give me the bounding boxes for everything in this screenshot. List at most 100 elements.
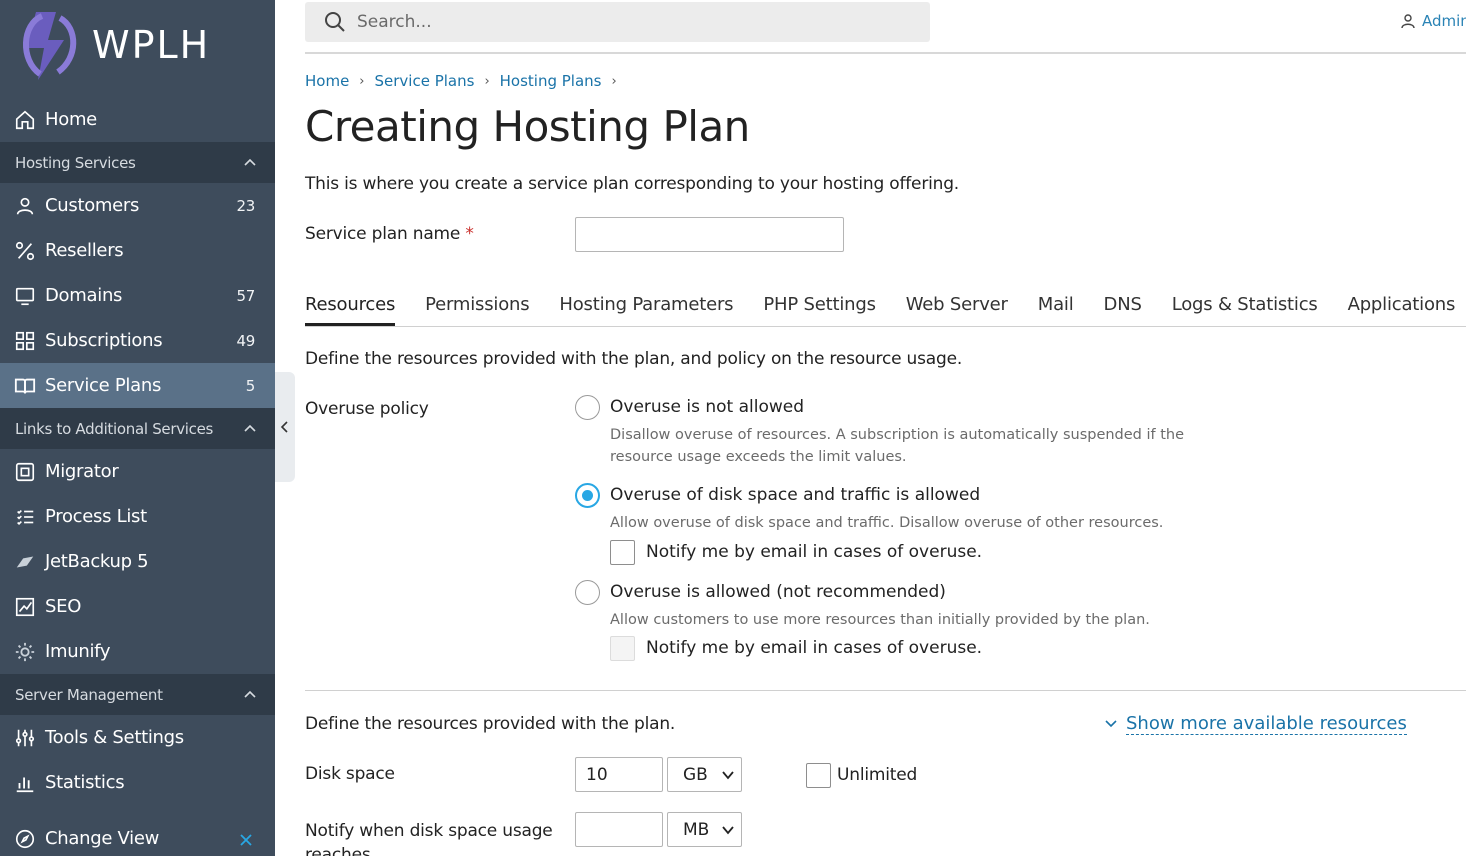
tab-resources[interactable]: Resources — [305, 294, 395, 326]
sidebar-item-domains[interactable]: Domains 57 — [0, 273, 275, 318]
unit-value: MB — [683, 819, 710, 840]
sidebar-item-label: Subscriptions — [45, 330, 163, 351]
user-name: Admin — [1422, 12, 1466, 30]
checkbox-label: Notify me by email in cases of overuse. — [646, 542, 983, 562]
define-resources-label: Define the resources provided with the p… — [305, 714, 676, 734]
chart-icon — [0, 596, 45, 618]
tab-mail[interactable]: Mail — [1038, 294, 1074, 326]
bar-chart-icon — [0, 772, 45, 794]
user-menu[interactable]: Admin — [1400, 12, 1466, 30]
unit-value: GB — [683, 764, 708, 785]
sidebar-item-tools-settings[interactable]: Tools & Settings — [0, 715, 275, 760]
notify-overuse-checkbox-disabled[interactable] — [610, 636, 635, 661]
sidebar-item-resellers[interactable]: Resellers — [0, 228, 275, 273]
home-icon — [0, 109, 45, 131]
notify-disk-input[interactable] — [575, 812, 663, 847]
tab-logs-statistics[interactable]: Logs & Statistics — [1172, 294, 1318, 326]
sidebar-item-label: Migrator — [45, 461, 119, 482]
sidebar-item-label: Process List — [45, 506, 147, 527]
chevron-up-icon — [244, 424, 256, 432]
count-badge: 5 — [245, 376, 256, 395]
breadcrumb-hosting-plans[interactable]: Hosting Plans — [500, 72, 602, 90]
chevron-down-icon — [722, 771, 734, 780]
sidebar-item-home[interactable]: Home — [0, 97, 275, 142]
tab-applications[interactable]: Applications — [1348, 294, 1456, 326]
page-title: Creating Hosting Plan — [305, 102, 750, 151]
sidebar-item-customers[interactable]: Customers 23 — [0, 183, 275, 228]
close-icon[interactable] — [239, 831, 253, 852]
search-input[interactable] — [357, 12, 897, 32]
breadcrumb-service-plans[interactable]: Service Plans — [375, 72, 475, 90]
sidebar-collapse-toggle[interactable] — [275, 372, 295, 482]
sidebar-item-seo[interactable]: SEO — [0, 584, 275, 629]
unlimited-checkbox[interactable] — [806, 763, 831, 788]
disk-space-label: Disk space — [305, 764, 395, 784]
sidebar-item-statistics[interactable]: Statistics — [0, 760, 275, 805]
sidebar-item-label: Customers — [45, 195, 140, 216]
chevron-up-icon — [244, 690, 256, 698]
radio-label: Overuse of disk space and traffic is all… — [610, 485, 981, 505]
count-badge: 23 — [236, 196, 256, 215]
chevron-down-icon — [722, 826, 734, 835]
sidebar-item-jetbackup[interactable]: JetBackup 5 — [0, 539, 275, 584]
chevron-left-icon — [280, 421, 288, 433]
disk-space-input[interactable]: 10 — [575, 757, 663, 792]
notify-overuse-checkbox[interactable] — [610, 540, 635, 565]
migrator-icon — [0, 461, 45, 483]
plan-name-label-text: Service plan name — [305, 224, 461, 244]
change-view-button[interactable]: Change View — [0, 816, 275, 856]
section-server-management[interactable]: Server Management — [0, 674, 275, 715]
radio-label: Overuse is not allowed — [610, 397, 805, 417]
radio-overuse-allowed[interactable] — [575, 580, 600, 605]
search-bar[interactable] — [305, 2, 930, 42]
gear-icon — [0, 641, 45, 663]
tab-dns[interactable]: DNS — [1104, 294, 1142, 326]
sidebar: WPLH Home Hosting Services Customers 23 … — [0, 0, 275, 856]
section-divider — [305, 690, 1466, 691]
book-icon — [0, 375, 45, 397]
brand-name: WPLH — [92, 23, 210, 67]
jetbackup-icon — [0, 551, 45, 573]
overuse-policy-label: Overuse policy — [305, 399, 429, 419]
sidebar-item-service-plans[interactable]: Service Plans 5 — [0, 363, 275, 408]
grid-icon — [0, 330, 45, 352]
disk-space-unit-select[interactable]: GB — [667, 757, 742, 792]
list-icon — [0, 506, 45, 528]
section-label: Links to Additional Services — [15, 419, 214, 438]
tab-web-server[interactable]: Web Server — [906, 294, 1008, 326]
sidebar-item-imunify[interactable]: Imunify — [0, 629, 275, 674]
change-view-label: Change View — [45, 828, 160, 849]
sliders-icon — [0, 727, 45, 749]
radio-overuse-not-allowed[interactable] — [575, 395, 600, 420]
sidebar-item-migrator[interactable]: Migrator — [0, 449, 275, 494]
sidebar-item-label: Tools & Settings — [45, 727, 184, 748]
tab-hosting-parameters[interactable]: Hosting Parameters — [559, 294, 733, 326]
brand-logo[interactable]: WPLH — [18, 4, 258, 86]
radio-hint: Allow customers to use more resources th… — [610, 612, 1150, 628]
notify-disk-unit-select[interactable]: MB — [667, 812, 742, 847]
breadcrumb-home[interactable]: Home — [305, 72, 349, 90]
radio-overuse-disk-traffic[interactable] — [575, 483, 600, 508]
show-more-label: Show more available resources — [1126, 713, 1407, 735]
search-icon — [325, 12, 345, 32]
sidebar-item-subscriptions[interactable]: Subscriptions 49 — [0, 318, 275, 363]
section-label: Hosting Services — [15, 153, 136, 172]
percent-icon — [0, 240, 45, 262]
tab-php-settings[interactable]: PHP Settings — [763, 294, 876, 326]
section-hosting-services[interactable]: Hosting Services — [0, 142, 275, 183]
chevron-up-icon — [244, 158, 256, 166]
checkbox-label: Notify me by email in cases of overuse. — [646, 638, 983, 658]
sidebar-item-process-list[interactable]: Process List — [0, 494, 275, 539]
monitor-icon — [0, 285, 45, 307]
page-description: This is where you create a service plan … — [305, 174, 959, 194]
header-divider — [305, 52, 1466, 54]
tab-permissions[interactable]: Permissions — [425, 294, 529, 326]
plan-name-input[interactable] — [575, 217, 844, 252]
section-label: Server Management — [15, 685, 163, 704]
plan-name-label: Service plan name * — [305, 224, 474, 244]
show-more-resources-link[interactable]: Show more available resources — [1104, 713, 1407, 735]
sidebar-item-label: SEO — [45, 596, 82, 617]
section-links-additional-services[interactable]: Links to Additional Services — [0, 408, 275, 449]
user-icon — [0, 195, 45, 217]
chevron-down-icon — [1105, 720, 1117, 728]
